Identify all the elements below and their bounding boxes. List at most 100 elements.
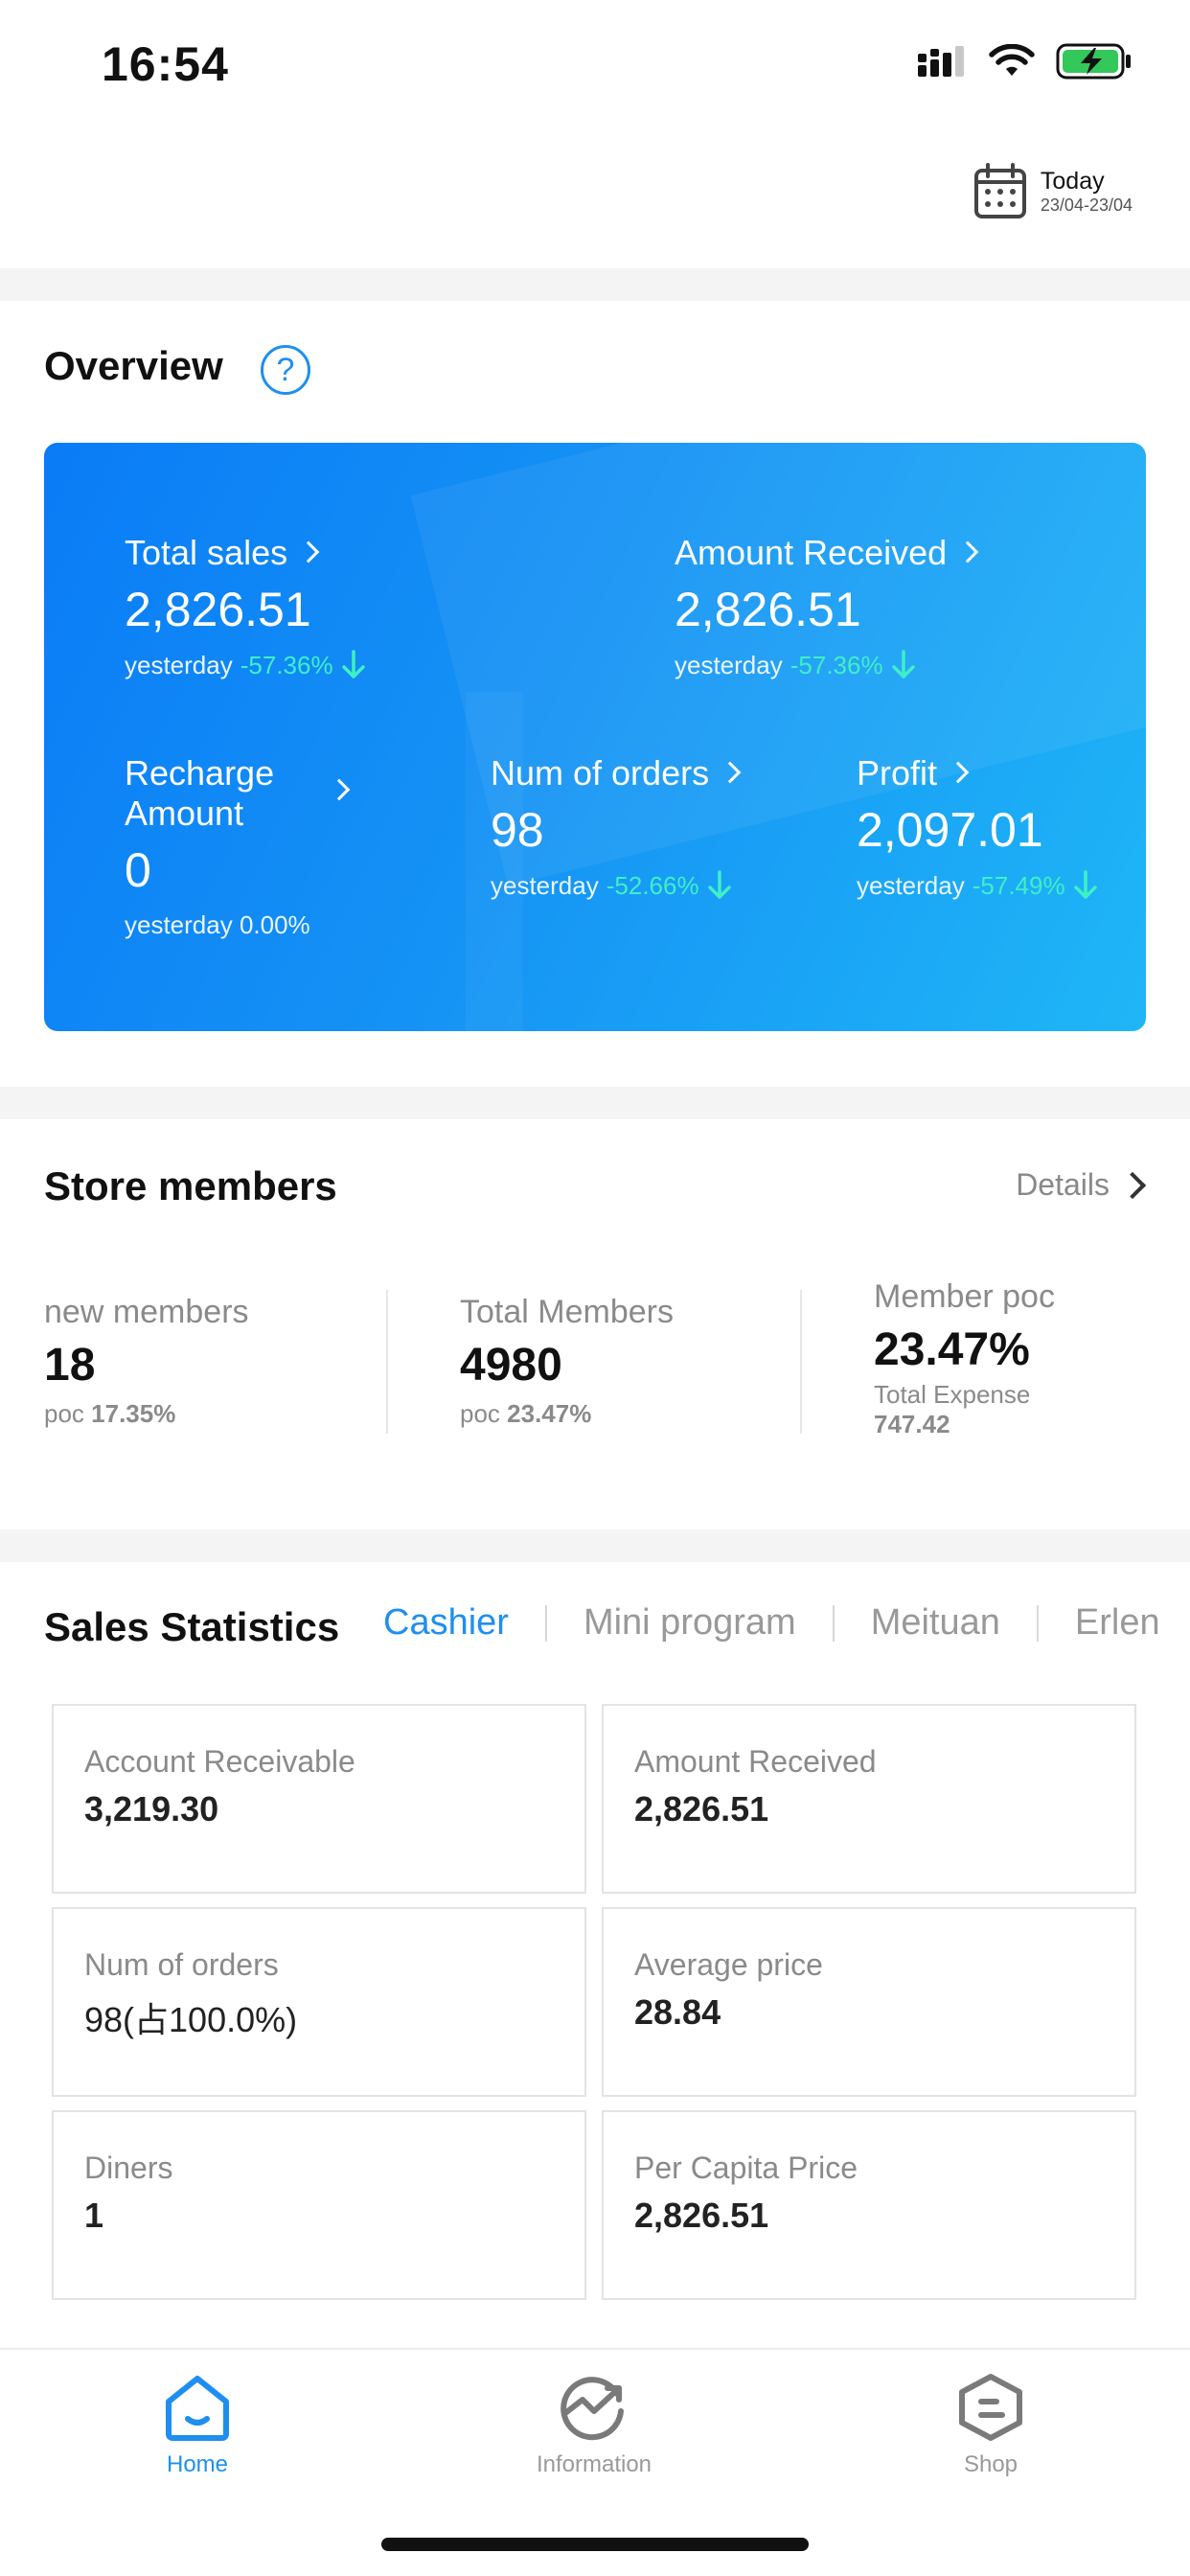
metric-change: -57.49% [972, 870, 1065, 900]
member-sub-value: 747.42 [874, 1410, 950, 1438]
date-range-picker[interactable]: Today 23/04-23/04 [973, 163, 1133, 220]
tabbar-item-information[interactable]: Information [498, 2373, 690, 2478]
arrow-down-icon [707, 870, 731, 899]
stat-average-price: Average price 28.84 [602, 1907, 1136, 2097]
metric-comparison: yesterday -52.66% [491, 870, 738, 901]
metric-label: Total sales [125, 533, 288, 572]
metric-total-sales[interactable]: Total sales 2,826.51 yesterday -57.36% [125, 533, 366, 680]
tabbar-label: Home [166, 2451, 229, 2477]
stat-value: 28.84 [634, 1992, 721, 2032]
sales-statistics-title: Sales Statistics [44, 1604, 340, 1649]
metric-value: 2,826.51 [675, 583, 861, 636]
metric-amount-received[interactable]: Amount Received 2,826.51 yesterday -57.3… [675, 533, 979, 680]
cellular-signal-icon [918, 46, 964, 77]
member-value: 4980 [460, 1340, 562, 1391]
metric-change: -52.66% [606, 870, 699, 900]
stat-label: Amount Received [634, 1744, 877, 1779]
member-sub-label: Total Expense [874, 1380, 1031, 1409]
metric-value: 2,097.01 [857, 803, 1043, 857]
stat-amount-received: Amount Received 2,826.51 [602, 1704, 1136, 1894]
metric-label-row: Recharge Amount [125, 753, 351, 834]
details-link[interactable]: Details [1016, 1167, 1147, 1203]
arrow-down-icon [1073, 870, 1097, 899]
member-sub-prefix: poc [44, 1399, 84, 1428]
store-members-title: Store members [44, 1163, 337, 1208]
metric-comparison: yesterday 0.00% [125, 910, 310, 939]
column-divider [800, 1290, 802, 1434]
member-sub-prefix: poc [460, 1399, 500, 1428]
metric-num-orders[interactable]: Num of orders 98 yesterday -52.66% [491, 753, 742, 901]
chevron-right-icon [328, 778, 351, 801]
stat-label: Num of orders [84, 1947, 279, 1982]
metric-label-row: Total sales [125, 533, 366, 573]
status-time: 16:54 [102, 37, 229, 91]
member-sub: poc 23.47% [460, 1399, 674, 1429]
metric-label-row: Profit [857, 753, 1098, 794]
member-value: 23.47% [874, 1324, 1030, 1375]
tabbar-label: Shop [963, 2451, 1018, 2477]
home-icon [166, 2376, 229, 2441]
stat-label: Account Receivable [84, 1744, 355, 1779]
status-icons [916, 42, 1133, 80]
stat-value: 1 [84, 2196, 104, 2235]
member-sub: poc 17.35% [44, 1399, 249, 1429]
member-stat-total: Total Members 4980 poc 23.47% [460, 1294, 674, 1429]
tabbar-item-home[interactable]: Home [102, 2373, 293, 2478]
calendar-icon [973, 163, 1026, 218]
wifi-icon [989, 44, 1035, 76]
details-label: Details [1016, 1167, 1110, 1202]
tab-separator [1036, 1604, 1039, 1642]
stat-diners: Diners 1 [52, 2110, 586, 2300]
stat-per-capita-price: Per Capita Price 2,826.51 [602, 2110, 1136, 2300]
tab-erlen[interactable]: Erlen [1075, 1602, 1160, 1644]
date-range: 23/04-23/04 [1040, 196, 1133, 215]
metric-value: 98 [491, 803, 544, 857]
member-stat-poc: Member poc 23.47% Total Expense 747.42 [874, 1278, 1055, 1439]
metric-comparison: yesterday -57.49% [857, 870, 1098, 901]
member-sub-value: 23.47% [507, 1399, 592, 1428]
channel-tabs: Cashier Mini program Meituan Erlen [383, 1602, 1160, 1644]
metric-comparison-prefix: yesterday [857, 870, 965, 900]
stat-label: Diners [84, 2150, 173, 2185]
metric-comparison-prefix: yesterday [125, 650, 233, 679]
tab-cashier[interactable]: Cashier [383, 1602, 509, 1644]
arrow-down-icon [891, 650, 915, 678]
stat-label: Average price [634, 1947, 823, 1982]
stat-label: Per Capita Price [634, 2150, 858, 2185]
metric-label-row: Num of orders [491, 753, 742, 794]
metric-label: Profit [857, 753, 938, 793]
status-bar: 16:54 [0, 0, 1190, 125]
tabbar-label: Information [536, 2451, 652, 2477]
section-divider [0, 268, 1190, 301]
member-label: Member poc [874, 1278, 1055, 1315]
chevron-right-icon [297, 540, 320, 564]
stat-value: 2,826.51 [634, 1789, 769, 1828]
stat-value: 98(占100.0%) [84, 2000, 298, 2039]
tab-mini-program[interactable]: Mini program [584, 1602, 796, 1644]
metric-comparison: yesterday -57.36% [675, 650, 975, 680]
stat-value: 3,219.30 [84, 1789, 219, 1828]
metric-value: 2,826.51 [125, 583, 311, 636]
section-divider [0, 1087, 1190, 1119]
member-label: Total Members [460, 1294, 674, 1330]
chevron-right-icon [956, 540, 979, 564]
chevron-right-icon [719, 761, 742, 784]
metric-profit[interactable]: Profit 2,097.01 yesterday -57.49% [857, 753, 1098, 901]
date-text: Today 23/04-23/04 [1041, 168, 1133, 216]
tabbar-item-shop[interactable]: Shop [895, 2373, 1087, 2478]
metric-comparison-prefix: yesterday [675, 650, 783, 679]
metric-label-line: Amount [125, 794, 244, 833]
metric-comparison: yesterday -57.36% [125, 650, 366, 680]
trend-chart-icon [561, 2377, 624, 2441]
metric-change: -57.36% [240, 650, 333, 679]
tab-meituan[interactable]: Meituan [871, 1602, 1000, 1644]
metric-value: 0 [125, 843, 151, 897]
shop-hexagon-icon [959, 2374, 1022, 2441]
tab-separator [544, 1604, 547, 1642]
member-label: new members [44, 1294, 249, 1330]
help-icon[interactable]: ? [261, 345, 310, 395]
member-sub-value: 17.35% [91, 1399, 176, 1428]
overview-card: Total sales 2,826.51 yesterday -57.36% A… [44, 443, 1146, 1031]
member-value: 18 [44, 1340, 96, 1391]
metric-recharge-amount[interactable]: Recharge Amount 0 yesterday 0.00% [125, 753, 351, 940]
